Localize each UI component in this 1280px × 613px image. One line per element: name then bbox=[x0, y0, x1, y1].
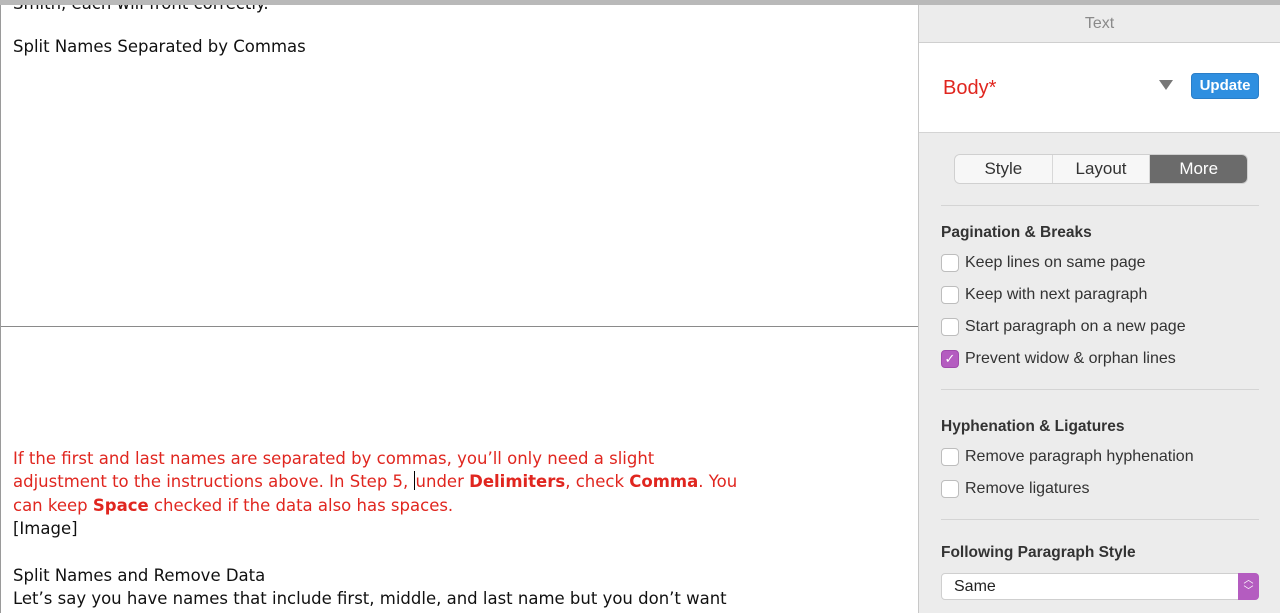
checkbox-keep-with-next[interactable]: Keep with next paragraph bbox=[941, 286, 1147, 304]
divider bbox=[941, 519, 1259, 520]
text-run: , check bbox=[565, 472, 630, 491]
image-placeholder: [Image] bbox=[13, 519, 78, 538]
bold-space: Space bbox=[92, 496, 149, 515]
checkbox-label: Keep with next paragraph bbox=[965, 286, 1148, 303]
checkbox-icon[interactable] bbox=[941, 286, 959, 304]
section-following-style-title: Following Paragraph Style bbox=[941, 544, 1136, 561]
tab-style[interactable]: Style bbox=[955, 155, 1053, 183]
paragraph-style-row[interactable]: Body* Update bbox=[919, 43, 1280, 133]
dropdown-triangle-icon[interactable] bbox=[1159, 80, 1173, 90]
text-run: can keep bbox=[13, 496, 93, 515]
cut-off-line: Smith, each will front correctly. bbox=[13, 5, 269, 16]
section-pagination-title: Pagination & Breaks bbox=[941, 224, 1092, 241]
checkbox-label: Keep lines on same page bbox=[965, 254, 1146, 271]
checkbox-start-new-page[interactable]: Start paragraph on a new page bbox=[941, 318, 1186, 336]
heading-split-names-commas: Split Names Separated by Commas bbox=[13, 37, 306, 56]
checkbox-prevent-widow[interactable]: ✓ Prevent widow & orphan lines bbox=[941, 350, 1176, 368]
stepper-chevrons-icon[interactable]: ︿ ﹀ bbox=[1238, 573, 1259, 600]
bold-delimiters: Delimiters bbox=[469, 472, 566, 491]
checkbox-icon[interactable] bbox=[941, 448, 959, 466]
document-canvas[interactable]: Smith, each will front correctly. Split … bbox=[0, 5, 918, 613]
paragraph-style-name[interactable]: Body* bbox=[943, 77, 996, 100]
checkbox-remove-hyphenation[interactable]: Remove paragraph hyphenation bbox=[941, 448, 1194, 466]
tab-layout[interactable]: Layout bbox=[1052, 155, 1151, 183]
checkbox-remove-ligatures[interactable]: Remove ligatures bbox=[941, 480, 1090, 498]
red-paragraph-line1: If the first and last names are separate… bbox=[13, 449, 655, 468]
tab-more[interactable]: More bbox=[1150, 155, 1247, 183]
format-sidebar: Text Body* Update Style Layout More Pagi… bbox=[918, 5, 1280, 613]
checkbox-keep-lines[interactable]: Keep lines on same page bbox=[941, 254, 1146, 272]
checkbox-label: Prevent widow & orphan lines bbox=[965, 350, 1176, 367]
body-line: Let’s say you have names that include fi… bbox=[13, 589, 727, 608]
text-run: under bbox=[415, 472, 470, 491]
heading-split-names-remove: Split Names and Remove Data bbox=[13, 566, 266, 585]
checkbox-icon[interactable] bbox=[941, 318, 959, 336]
following-style-select[interactable]: Same ︿ ﹀ bbox=[941, 573, 1259, 600]
checkbox-label: Start paragraph on a new page bbox=[965, 318, 1186, 335]
checkbox-icon[interactable] bbox=[941, 254, 959, 272]
divider bbox=[941, 389, 1259, 390]
text-run: checked if the data also has spaces. bbox=[148, 496, 454, 515]
checkmark-icon[interactable]: ✓ bbox=[941, 350, 959, 368]
checkbox-label: Remove paragraph hyphenation bbox=[965, 448, 1194, 465]
select-value: Same bbox=[954, 578, 996, 595]
text-run: adjustment to the instructions above. In… bbox=[13, 472, 414, 491]
red-paragraph-line2: adjustment to the instructions above. In… bbox=[13, 470, 737, 494]
checkbox-icon[interactable] bbox=[941, 480, 959, 498]
text-cursor bbox=[413, 471, 415, 490]
divider bbox=[941, 205, 1259, 206]
red-paragraph-line3: can keep Space checked if the data also … bbox=[13, 494, 453, 518]
bold-comma: Comma bbox=[629, 472, 699, 491]
sidebar-title: Text bbox=[919, 5, 1280, 43]
checkbox-label: Remove ligatures bbox=[965, 480, 1090, 497]
sidebar-tabs: Style Layout More bbox=[955, 155, 1247, 183]
section-hyphenation-title: Hyphenation & Ligatures bbox=[941, 418, 1125, 435]
text-run: . You bbox=[698, 472, 738, 491]
page-break-divider bbox=[1, 326, 918, 327]
update-button[interactable]: Update bbox=[1191, 73, 1259, 99]
